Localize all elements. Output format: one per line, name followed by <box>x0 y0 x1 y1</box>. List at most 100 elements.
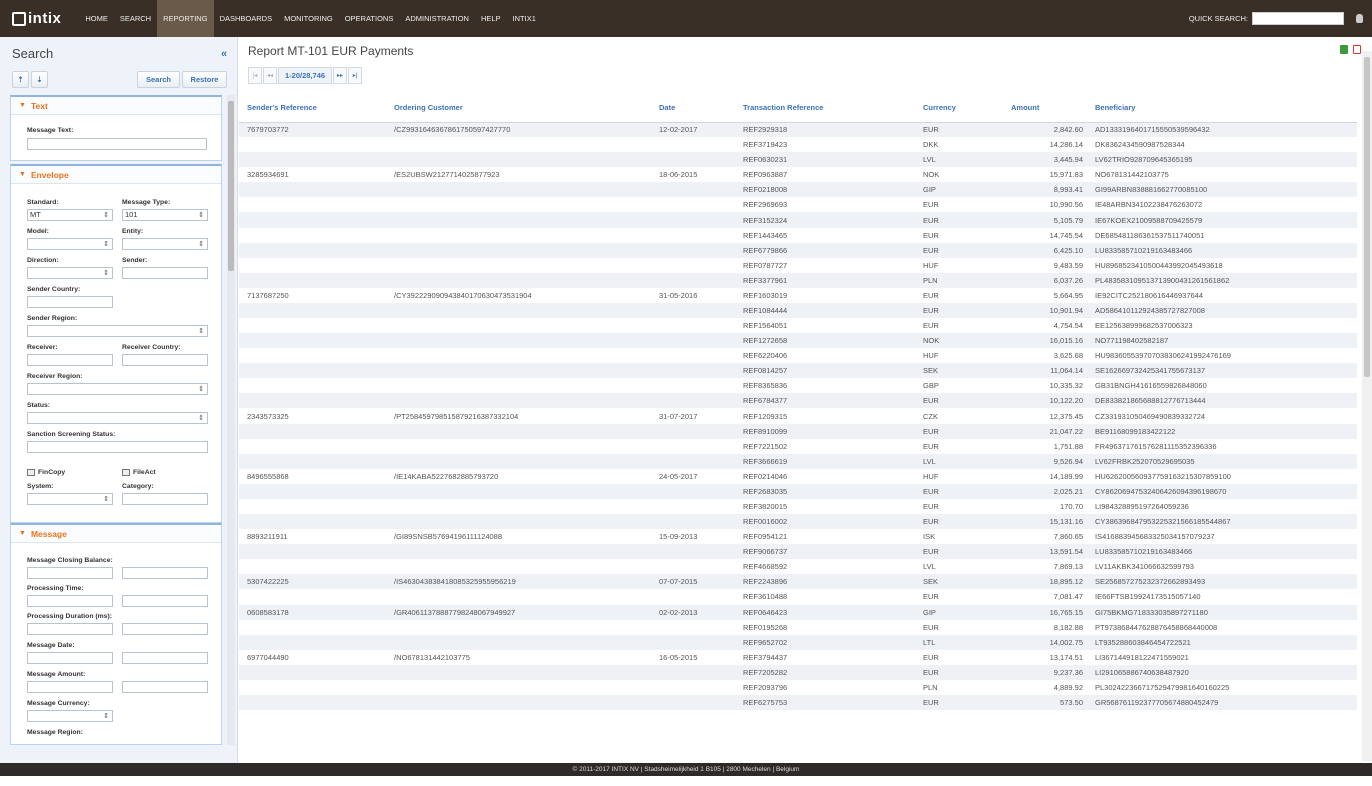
table-row[interactable]: REF1443465 EUR 14,745.54 DE6854811863615375… <box>239 228 1357 243</box>
table-row[interactable]: REF4668592 LVL 7,869.13 LV11AKBK34106663259… <box>239 559 1357 574</box>
message-currency-select[interactable]: ⇕ <box>27 710 113 722</box>
fincopy-checkbox[interactable]: FinCopy <box>27 469 65 476</box>
next-page-icon[interactable]: ▸▸ <box>333 67 348 84</box>
fileact-checkbox[interactable]: FileAct <box>122 469 156 476</box>
quick-search-input[interactable] <box>1252 12 1344 25</box>
column-header-ordering-customer[interactable]: Ordering Customer <box>386 94 651 123</box>
restore-button[interactable]: Restore <box>182 71 227 88</box>
status-select[interactable]: ⇕ <box>27 412 208 424</box>
table-row[interactable]: REF0218008 GIP 8,993.41 GI99ARBN83888166277… <box>239 182 1357 198</box>
first-page-icon[interactable]: |◂ <box>248 67 262 84</box>
envelope-section-header[interactable]: ▼ Envelope <box>11 166 221 184</box>
processing-time-to-input[interactable] <box>122 595 208 607</box>
receiver-input[interactable] <box>27 354 113 366</box>
message-text-input[interactable] <box>27 138 207 150</box>
system-select[interactable]: ⇕ <box>27 493 113 505</box>
database-icon[interactable] <box>1356 14 1363 23</box>
table-row[interactable]: 3285934691/ES2UBSW2127714025877923 18-06-… <box>239 167 1357 182</box>
message-date-to-input[interactable] <box>122 652 208 664</box>
message-date-from-input[interactable] <box>27 652 113 664</box>
processing-duration-from-input[interactable] <box>27 623 113 635</box>
sender-region-select[interactable]: ⇕ <box>27 325 208 337</box>
nav-item-search[interactable]: SEARCH <box>114 0 157 37</box>
table-row[interactable]: REF9066737 EUR 13,591.54 LU8335857102191634… <box>239 544 1357 560</box>
message-amount-to-input[interactable] <box>122 681 208 693</box>
nav-item-operations[interactable]: OPERATIONS <box>339 0 400 37</box>
nav-item-monitoring[interactable]: MONITORING <box>278 0 339 37</box>
column-header-beneficiary[interactable]: Beneficiary <box>1087 94 1357 123</box>
table-row[interactable]: REF3610488 EUR 7,081.47 IE66FTSB19924173515… <box>239 589 1357 604</box>
table-row[interactable]: REF8910099 EUR 21,047.22 BE9116809918342212… <box>239 423 1357 439</box>
export-excel-icon[interactable] <box>1340 45 1348 54</box>
entity-select[interactable]: ⇕ <box>122 238 208 250</box>
last-page-icon[interactable]: ▸| <box>348 67 363 84</box>
receiver-region-select[interactable]: ⇕ <box>27 383 208 395</box>
table-row[interactable]: REF3152324 EUR 5,105.79 IE67KOEX21009588709… <box>239 212 1357 228</box>
table-row[interactable]: REF2093796 PLN 4,889.92 PL30242236671752947… <box>239 680 1357 695</box>
table-row[interactable]: REF6220406 HUF 3,625.68 HU98360553970703830… <box>239 348 1357 363</box>
table-row[interactable]: 7679703772/CZ9931646367861750597427770 12… <box>239 122 1357 138</box>
table-row[interactable]: REF6275753 EUR 573.50 GR5687611923777056748… <box>239 694 1357 711</box>
report-scrollbar-thumb[interactable] <box>1364 57 1370 377</box>
sanction-screening-input[interactable] <box>27 441 208 453</box>
model-select[interactable]: ⇕ <box>27 238 113 250</box>
table-row[interactable]: REF8365836 GBP 10,335.32 GB31BNGH4161655982… <box>239 378 1357 393</box>
logo[interactable]: intix <box>12 10 61 27</box>
table-row[interactable]: REF9652702 LTL 14,002.75 LT9352886038464547… <box>239 634 1357 650</box>
column-header-amount[interactable]: Amount <box>1007 94 1087 123</box>
table-row[interactable]: REF1272658 NOK 16,015.16 NO771198402582187 <box>239 333 1357 349</box>
direction-select[interactable]: ⇕ <box>27 267 113 279</box>
collapse-panel-icon[interactable]: « <box>221 48 227 60</box>
nav-item-dashboards[interactable]: DASHBOARDS <box>214 0 279 37</box>
message-amount-from-input[interactable] <box>27 681 113 693</box>
column-header-date[interactable]: Date <box>651 94 735 123</box>
table-row[interactable]: REF2969693 EUR 10,990.56 IE48ARBN3410223847… <box>239 197 1357 212</box>
upload-icon[interactable]: ⇡ <box>12 71 29 88</box>
nav-item-home[interactable]: HOME <box>79 0 114 37</box>
table-row[interactable]: 0608583178/GR40611378887798248067949927 0… <box>239 604 1357 620</box>
processing-time-from-input[interactable] <box>27 595 113 607</box>
table-row[interactable]: 8496555868/IE14KABA5227682885793720 24-05… <box>239 469 1357 484</box>
table-row[interactable]: REF0814257 SEK 11,064.14 SE1626697324253417… <box>239 363 1357 379</box>
table-row[interactable]: 2343573325/PT258459798515879216387332104… <box>239 408 1357 423</box>
table-row[interactable]: REF0787727 HUF 9,483.59 HU89685234105004439… <box>239 258 1357 273</box>
receiver-country-input[interactable] <box>122 354 208 366</box>
standard-select[interactable]: MT ⇕ <box>27 209 113 221</box>
table-row[interactable]: REF3820015 EUR 170.70 LI9843288951972640592… <box>239 499 1357 514</box>
table-row[interactable]: 8893211911/GI89SNSB57694196111124088 15-0… <box>239 529 1357 544</box>
nav-item-intix1[interactable]: INTIX1 <box>507 0 542 37</box>
table-row[interactable]: 5307422225/IS463043838418085325955956219… <box>239 574 1357 590</box>
search-button[interactable]: Search <box>137 71 180 88</box>
download-icon[interactable]: ⇣ <box>31 71 48 88</box>
table-row[interactable]: 7137687250/CY392229090943840170630473531… <box>239 288 1357 303</box>
processing-duration-to-input[interactable] <box>122 623 208 635</box>
table-row[interactable]: REF7205282 EUR 9,237.36 LI29106588674063848… <box>239 664 1357 680</box>
column-header-senders-reference[interactable]: Sender's Reference <box>239 94 386 123</box>
message-type-select[interactable]: 101 ⇕ <box>122 209 208 221</box>
category-input[interactable] <box>122 493 208 505</box>
nav-item-help[interactable]: HELP <box>475 0 507 37</box>
column-header-transaction-reference[interactable]: Transaction Reference <box>735 94 915 123</box>
table-row[interactable]: REF3666619 LVL 9,526.94 LV62FRBK25207052969… <box>239 453 1357 469</box>
sender-country-input[interactable] <box>27 296 113 308</box>
table-row[interactable]: REF3377961 PLN 6,037.26 PL48358310951371390… <box>239 272 1357 288</box>
table-row[interactable]: 6977044490/NO678131442103775 16-05-2015 RE… <box>239 650 1357 665</box>
nav-item-reporting[interactable]: REPORTING <box>157 0 214 37</box>
table-row[interactable]: REF7221502 EUR 1,751.88 FR49637176157628111… <box>239 439 1357 454</box>
table-row[interactable]: REF1084444 EUR 10,901.94 AD5864101129243857… <box>239 302 1357 319</box>
table-row[interactable]: REF2683035 EUR 2,025.21 CY86206947532406426… <box>239 483 1357 499</box>
closing-balance-from-input[interactable] <box>27 567 113 579</box>
previous-page-icon[interactable]: ◂◂ <box>263 67 277 84</box>
panel-scrollbar-thumb[interactable] <box>228 101 234 271</box>
table-row[interactable]: REF0016002 EUR 15,131.16 CY3863968479532253… <box>239 514 1357 530</box>
nav-item-administration[interactable]: ADMINISTRATION <box>399 0 475 37</box>
table-row[interactable]: REF3719423 DKK 14,286.14 DK8362434590987528… <box>239 137 1357 152</box>
table-row[interactable]: REF0195268 EUR 8,182.88 PT97386844762887645… <box>239 620 1357 635</box>
closing-balance-to-input[interactable] <box>122 567 208 579</box>
text-section-header[interactable]: ▼ Text <box>11 97 221 115</box>
table-row[interactable]: REF6784377 EUR 10,122.20 DE8338218656888127… <box>239 393 1357 409</box>
message-section-header[interactable]: ▼ Message <box>11 525 221 543</box>
table-row[interactable]: REF0630231 LVL 3,445.94 LV62TRIO92870964536… <box>239 152 1357 168</box>
export-pdf-icon[interactable] <box>1353 45 1361 54</box>
column-header-currency[interactable]: Currency <box>915 94 1007 123</box>
